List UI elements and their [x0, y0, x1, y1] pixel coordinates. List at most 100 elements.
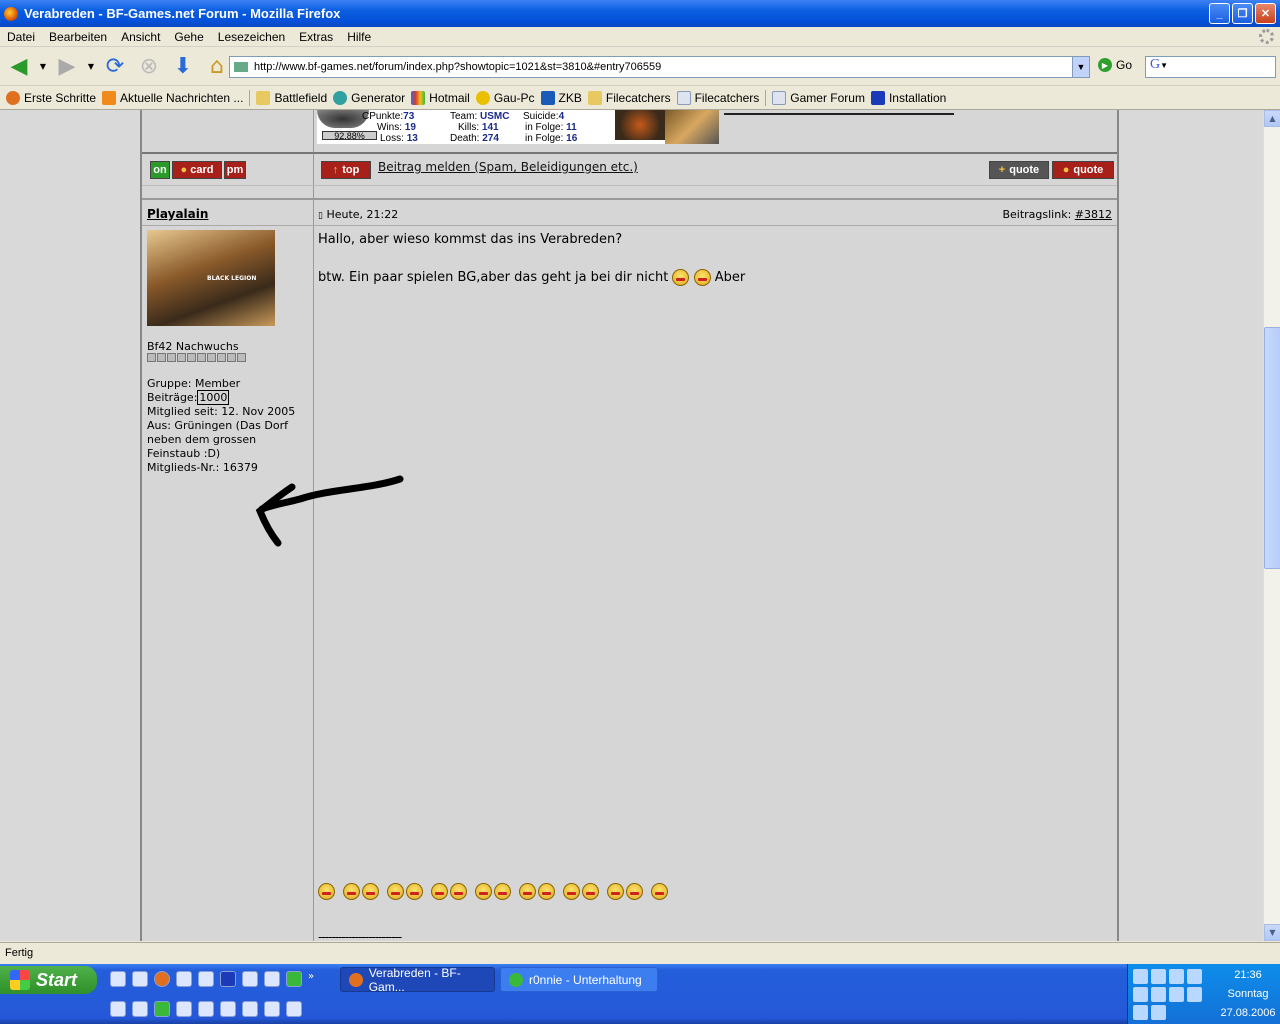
bookmark-gamer-forum[interactable]: Gamer Forum: [772, 90, 865, 105]
windows-taskbar: Start » Verabreden - BF-Gam... r0nnie - …: [0, 964, 1280, 1024]
start-button[interactable]: Start: [0, 966, 97, 994]
app-icon[interactable]: [242, 971, 258, 987]
card-button[interactable]: ● card: [172, 161, 222, 179]
tray-icon[interactable]: [1133, 987, 1148, 1002]
tray-icon[interactable]: [1169, 987, 1184, 1002]
go-label: Go: [1116, 58, 1133, 72]
bookmark-gau-pc[interactable]: Gau-Pc: [475, 90, 535, 105]
app-icon[interactable]: [110, 1001, 126, 1017]
app-icon[interactable]: [242, 1001, 258, 1017]
chevron-right-icon[interactable]: »: [308, 971, 314, 987]
forward-button[interactable]: ▶: [52, 52, 82, 82]
online-status-button[interactable]: on: [150, 161, 170, 179]
go-button[interactable]: ▶ Go: [1098, 58, 1132, 72]
menu-lesezeichen[interactable]: Lesezeichen: [211, 30, 292, 44]
ie-icon[interactable]: [110, 971, 126, 987]
post-author-link[interactable]: Playalain: [147, 207, 208, 221]
scroll-thumb[interactable]: [1264, 327, 1280, 569]
globe-icon: [333, 90, 348, 105]
tray-icon[interactable]: [1151, 987, 1166, 1002]
pm-button[interactable]: pm: [224, 161, 246, 179]
minimize-button[interactable]: _: [1209, 3, 1230, 24]
bookmark-filecatchers-folder[interactable]: Filecatchers: [587, 90, 671, 105]
top-button[interactable]: ↑ top: [321, 161, 371, 179]
multiquote-button[interactable]: + quote: [989, 161, 1049, 179]
firefox-icon: [349, 972, 363, 987]
streak-kills-value: 11: [566, 122, 577, 133]
app-icon[interactable]: [264, 1001, 280, 1017]
tray-icon[interactable]: [1133, 1005, 1148, 1020]
scroll-down-icon[interactable]: ▼: [1264, 924, 1280, 941]
bookmark-generator[interactable]: Generator: [333, 90, 405, 105]
tray-icon[interactable]: [1187, 969, 1202, 984]
reload-button[interactable]: ⟳: [100, 52, 130, 82]
tray-icon[interactable]: [1187, 987, 1202, 1002]
menu-ansicht[interactable]: Ansicht: [114, 30, 167, 44]
menu-hilfe[interactable]: Hilfe: [340, 30, 378, 44]
cpunkte-value: 73: [403, 111, 415, 122]
word-icon[interactable]: [220, 971, 236, 987]
bookmark-erste-schritte[interactable]: Erste Schritte: [6, 90, 96, 105]
download-button[interactable]: ⬇: [168, 52, 198, 82]
scroll-up-icon[interactable]: ▲: [1264, 110, 1280, 127]
back-dropdown-icon[interactable]: ▼: [38, 52, 48, 82]
user-group: Gruppe: Member: [147, 377, 241, 390]
user-location-2: neben dem grossen: [147, 433, 257, 446]
forum-post-area: 92.88% CPunkte:73 Wins: 19 Loss: 13 Team…: [140, 110, 1119, 941]
menu-extras[interactable]: Extras: [292, 30, 340, 44]
media-icon[interactable]: [198, 971, 214, 987]
divider-line: [724, 113, 954, 115]
smiley-icon: [651, 883, 668, 900]
smiley-icon: [387, 883, 404, 900]
bookmark-aktuelle-nachrichten[interactable]: Aktuelle Nachrichten ...: [102, 90, 243, 105]
app-icon[interactable]: [176, 971, 192, 987]
column-divider: [313, 110, 314, 941]
search-icon[interactable]: [132, 1001, 148, 1017]
app-icon[interactable]: [154, 1001, 170, 1017]
url-dropdown-icon[interactable]: ▼: [1072, 57, 1089, 77]
bookmark-filecatchers[interactable]: Filecatchers: [676, 90, 759, 105]
bookmark-battlefield[interactable]: Battlefield: [256, 90, 327, 105]
firefox-icon[interactable]: [154, 971, 170, 987]
menu-datei[interactable]: Datei: [0, 30, 42, 44]
smiley-icon: [519, 883, 536, 900]
menu-bearbeiten[interactable]: Bearbeiten: [42, 30, 114, 44]
post-number-link[interactable]: #3812: [1075, 208, 1112, 221]
app-icon[interactable]: [132, 971, 148, 987]
bookmark-installation[interactable]: Installation: [870, 90, 946, 105]
forward-dropdown-icon[interactable]: ▼: [86, 52, 96, 82]
msn-icon[interactable]: [286, 971, 302, 987]
tray-icon[interactable]: [1151, 969, 1166, 984]
window-titlebar[interactable]: Verabreden - BF-Games.net Forum - Mozill…: [0, 0, 1280, 27]
report-post-link[interactable]: Beitrag melden (Spam, Beleidigungen etc.…: [378, 160, 638, 174]
maximize-button[interactable]: ❐: [1232, 3, 1253, 24]
url-bar[interactable]: http://www.bf-games.net/forum/index.php?…: [229, 56, 1090, 78]
tray-icon[interactable]: [1151, 1005, 1166, 1020]
throbber-icon: [1259, 29, 1274, 44]
close-button[interactable]: ✕: [1255, 3, 1276, 24]
post-line-2: btw. Ein paar spielen BG,aber das geht j…: [318, 269, 746, 286]
menu-bar: Datei Bearbeiten Ansicht Gehe Lesezeiche…: [0, 27, 1280, 47]
loss-value: 13: [406, 133, 418, 144]
quote-button[interactable]: ● quote: [1052, 161, 1114, 179]
tray-icon[interactable]: [1133, 969, 1148, 984]
stop-button[interactable]: ⊗: [134, 52, 164, 82]
menu-gehe[interactable]: Gehe: [167, 30, 210, 44]
app-icon[interactable]: [220, 1001, 236, 1017]
app-icon[interactable]: [176, 1001, 192, 1017]
bookmark-zkb[interactable]: ZKB: [540, 90, 582, 105]
chat-icon[interactable]: [264, 971, 280, 987]
vertical-scrollbar[interactable]: ▲ ▼: [1263, 110, 1280, 941]
smiley-icon: [318, 883, 335, 900]
tray-icon[interactable]: [1169, 969, 1184, 984]
home-button[interactable]: ⌂: [202, 52, 232, 82]
task-msn-chat[interactable]: r0nnie - Unterhaltung: [500, 967, 658, 992]
clock-time: 21:36: [1234, 969, 1262, 981]
smiley-icon: [362, 883, 379, 900]
app-icon[interactable]: [286, 1001, 302, 1017]
back-button[interactable]: ◀: [4, 52, 34, 82]
task-firefox[interactable]: Verabreden - BF-Gam...: [340, 966, 495, 994]
search-input[interactable]: G▼: [1145, 56, 1276, 78]
app-icon[interactable]: [198, 1001, 214, 1017]
bookmark-hotmail[interactable]: Hotmail: [411, 90, 470, 105]
